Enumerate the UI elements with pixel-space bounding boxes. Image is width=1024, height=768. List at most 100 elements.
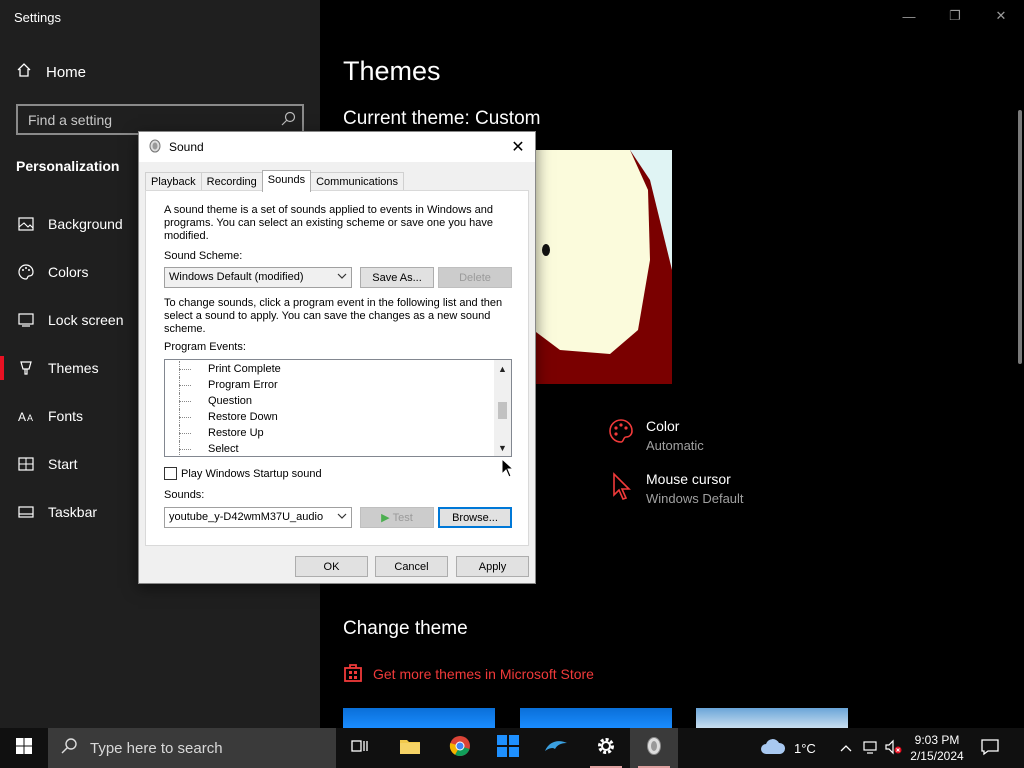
startup-sound-checkbox[interactable]	[164, 467, 177, 480]
mouse-cursor-setting[interactable]: Mouse cursor Windows Default	[608, 471, 744, 506]
tab-sounds[interactable]: Sounds	[261, 170, 312, 192]
settings-search-input[interactable]	[18, 106, 258, 133]
intro-text: A sound theme is a set of sounds applied…	[164, 204, 493, 242]
sound-app-button[interactable]	[630, 728, 678, 768]
mouse-cursor-title: Mouse cursor	[646, 471, 731, 487]
play-icon: ▶	[381, 512, 390, 524]
network-icon	[862, 739, 880, 758]
startup-sound-option[interactable]: Play Windows Startup sound	[164, 467, 322, 480]
home-icon	[16, 62, 32, 82]
start-icon	[16, 457, 36, 471]
start-button[interactable]	[0, 728, 48, 768]
sound-file-select[interactable]: youtube_y-D42wmM37U_audio	[164, 507, 352, 528]
dialog-close-icon[interactable]: ✕	[507, 136, 529, 158]
dialog-title: Sound	[169, 140, 204, 154]
events-scrollbar[interactable]: ▲ ▼	[494, 360, 511, 456]
taskbar-icon	[16, 506, 36, 518]
page-scrollbar[interactable]	[1018, 110, 1022, 364]
list-item[interactable]: Restore Up	[165, 425, 264, 441]
chrome-icon	[449, 735, 471, 762]
show-hidden-icons[interactable]	[840, 728, 852, 768]
tab-communications[interactable]: Communications	[310, 172, 405, 191]
mouse-cursor-value: Windows Default	[646, 491, 744, 506]
sidebar-item-label: Lock screen	[48, 312, 124, 328]
chevron-down-icon	[337, 511, 347, 524]
tab-recording[interactable]: Recording	[200, 172, 263, 191]
cancel-button[interactable]: Cancel	[375, 556, 448, 577]
minimize-icon[interactable]: —	[886, 0, 932, 32]
scroll-down-icon[interactable]: ▼	[494, 439, 511, 456]
store-link[interactable]: Get more themes in Microsoft Store	[343, 662, 594, 685]
sidebar-item-label: Taskbar	[48, 504, 98, 520]
sidebar-item-label: Background	[48, 216, 123, 232]
home-nav-item[interactable]: Home	[16, 62, 86, 82]
sound-file-value: youtube_y-D42wmM37U_audio	[169, 511, 324, 523]
notification-icon	[980, 738, 1000, 759]
tab-playback[interactable]: Playback	[145, 172, 202, 191]
chevron-up-icon	[840, 741, 852, 756]
settings-button[interactable]	[582, 728, 630, 768]
color-setting[interactable]: Color Automatic	[608, 418, 704, 453]
window-title: Settings	[14, 10, 61, 25]
chrome-button[interactable]	[436, 728, 484, 768]
dialog-tabs: Playback Recording Sounds Communications	[145, 170, 405, 192]
settings-gear-icon	[596, 736, 616, 761]
network-status[interactable]	[862, 728, 880, 768]
taskbar: Type here to search 1°C 9:03 PM 2/15/202…	[0, 728, 1024, 768]
task-view-button[interactable]	[336, 728, 384, 768]
restore-icon[interactable]: ❐	[932, 0, 978, 32]
delete-button[interactable]: Delete	[438, 267, 512, 288]
list-item[interactable]: Select	[165, 441, 239, 456]
window-controls: — ❐ ✕	[886, 0, 1024, 32]
system-clock[interactable]: 9:03 PM 2/15/2024	[904, 732, 970, 764]
browse-button[interactable]: Browse...	[438, 507, 512, 528]
store-link-label: Get more themes in Microsoft Store	[373, 665, 594, 682]
section-title: Personalization	[16, 158, 120, 174]
theme-thumbnail[interactable]	[520, 708, 672, 728]
list-item[interactable]: Restore Down	[165, 409, 278, 425]
list-item[interactable]: Question	[165, 393, 252, 409]
store-button[interactable]	[484, 728, 532, 768]
palette-icon	[16, 264, 36, 280]
mouse-pointer-icon	[501, 457, 515, 483]
scroll-up-icon[interactable]: ▲	[494, 360, 511, 377]
list-item[interactable]: Print Complete	[165, 361, 281, 377]
scroll-thumb[interactable]	[498, 402, 507, 419]
test-label: Test	[392, 511, 413, 524]
windows-logo-icon	[16, 737, 32, 759]
taskbar-search-box[interactable]: Type here to search	[48, 728, 336, 768]
fonts-icon: AA	[16, 409, 36, 423]
weather-widget[interactable]: 1°C	[760, 728, 816, 768]
apply-button[interactable]: Apply	[456, 556, 529, 577]
dialog-titlebar: Sound ✕	[139, 132, 535, 162]
dolphin-icon	[543, 737, 569, 760]
theme-thumbnail[interactable]	[343, 708, 495, 728]
program-events-list[interactable]: Print Complete Program Error Question Re…	[164, 359, 512, 457]
file-explorer-button[interactable]	[386, 728, 434, 768]
color-title: Color	[646, 418, 680, 434]
sidebar-item-label: Start	[48, 456, 78, 472]
scheme-select-value: Windows Default (modified)	[169, 271, 304, 283]
home-label: Home	[46, 63, 87, 81]
test-button[interactable]: ▶ Test	[360, 507, 434, 528]
close-icon[interactable]: ✕	[978, 0, 1024, 32]
picture-icon	[16, 217, 36, 231]
ok-button[interactable]: OK	[295, 556, 368, 577]
dolphin-button[interactable]	[532, 728, 580, 768]
scheme-select[interactable]: Windows Default (modified)	[164, 267, 352, 288]
theme-preview-image	[520, 150, 672, 384]
list-item[interactable]: Program Error	[165, 377, 278, 393]
sound-dialog: Sound ✕ Playback Recording Sounds Commun…	[138, 131, 536, 584]
file-explorer-icon	[399, 737, 421, 760]
theme-thumbnail[interactable]	[696, 708, 848, 728]
cursor-icon	[608, 471, 634, 506]
save-as-button[interactable]: Save As...	[360, 267, 434, 288]
lock-screen-icon	[16, 313, 36, 327]
search-icon[interactable]	[280, 111, 296, 132]
volume-status[interactable]	[884, 728, 902, 768]
search-icon	[60, 737, 78, 760]
action-center-button[interactable]	[980, 728, 1000, 768]
svg-text:A: A	[18, 410, 26, 423]
scheme-label: Sound Scheme:	[164, 250, 243, 262]
clock-date: 2/15/2024	[910, 749, 964, 763]
